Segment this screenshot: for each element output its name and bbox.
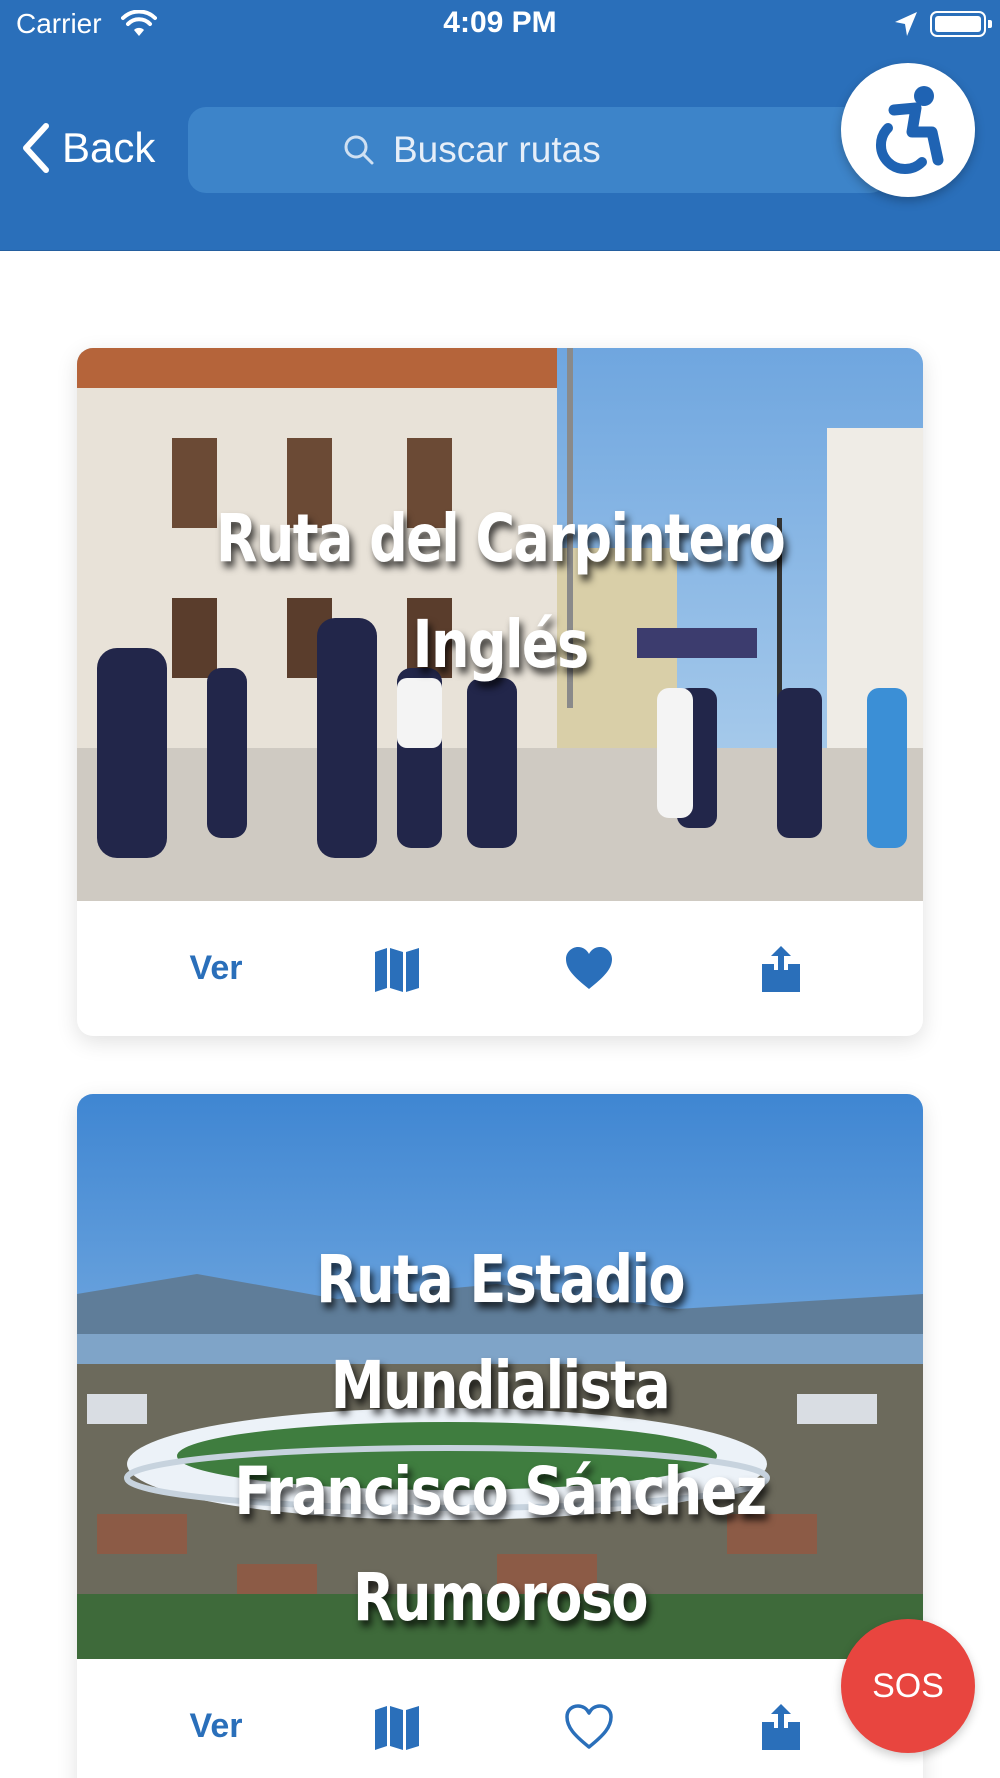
map-icon	[375, 1705, 419, 1750]
accessibility-button[interactable]	[841, 63, 975, 197]
route-actions: Ver	[77, 1659, 923, 1778]
map-button[interactable]	[367, 901, 427, 1036]
search-icon	[344, 135, 374, 165]
route-title-line2: Francisco Sánchez Rumoroso	[234, 1453, 767, 1636]
chevron-left-icon	[23, 123, 49, 173]
route-photo: Ruta del Carpintero Inglés	[77, 348, 923, 901]
view-route-button[interactable]: Ver	[161, 901, 271, 1036]
sos-button[interactable]: SOS	[841, 1619, 975, 1753]
favorite-button[interactable]	[559, 901, 619, 1036]
map-button[interactable]	[367, 1659, 427, 1778]
heart-filled-icon	[566, 946, 612, 989]
route-title: Ruta del Carpintero Inglés	[215, 500, 786, 683]
search-input[interactable]	[393, 129, 613, 171]
favorite-button[interactable]	[559, 1659, 619, 1778]
back-label: Back	[62, 124, 156, 171]
clock: 4:09 PM	[443, 6, 557, 39]
heart-outline-icon	[565, 1703, 613, 1749]
share-button[interactable]	[751, 1659, 811, 1778]
search-bar[interactable]	[188, 107, 888, 193]
view-route-button[interactable]: Ver	[161, 1659, 271, 1778]
share-icon	[762, 945, 800, 992]
share-icon	[762, 1703, 800, 1750]
wheelchair-icon	[875, 86, 944, 175]
location-arrow-icon	[895, 12, 917, 36]
route-title-line1: Ruta Estadio Mundialista	[316, 1241, 685, 1424]
route-actions: Ver	[77, 901, 923, 1036]
map-icon	[375, 947, 419, 992]
route-card: Ruta Estadio Mundialista Francisco Sánch…	[77, 1094, 923, 1778]
share-button[interactable]	[751, 901, 811, 1036]
status-bar: Carrier 4:09 PM	[0, 0, 1000, 50]
route-photo: Ruta Estadio Mundialista Francisco Sánch…	[77, 1094, 923, 1659]
back-button[interactable]: Back	[20, 120, 155, 176]
route-card: Ruta del Carpintero Inglés Ver	[77, 348, 923, 1036]
route-title: Ruta Estadio Mundialista Francisco Sánch…	[153, 1227, 847, 1651]
battery-icon	[930, 11, 992, 37]
screen: Carrier 4:09 PM Back Buscar rutas Ruta d…	[0, 0, 1000, 1778]
header-bar: Carrier 4:09 PM Back	[0, 0, 1000, 251]
